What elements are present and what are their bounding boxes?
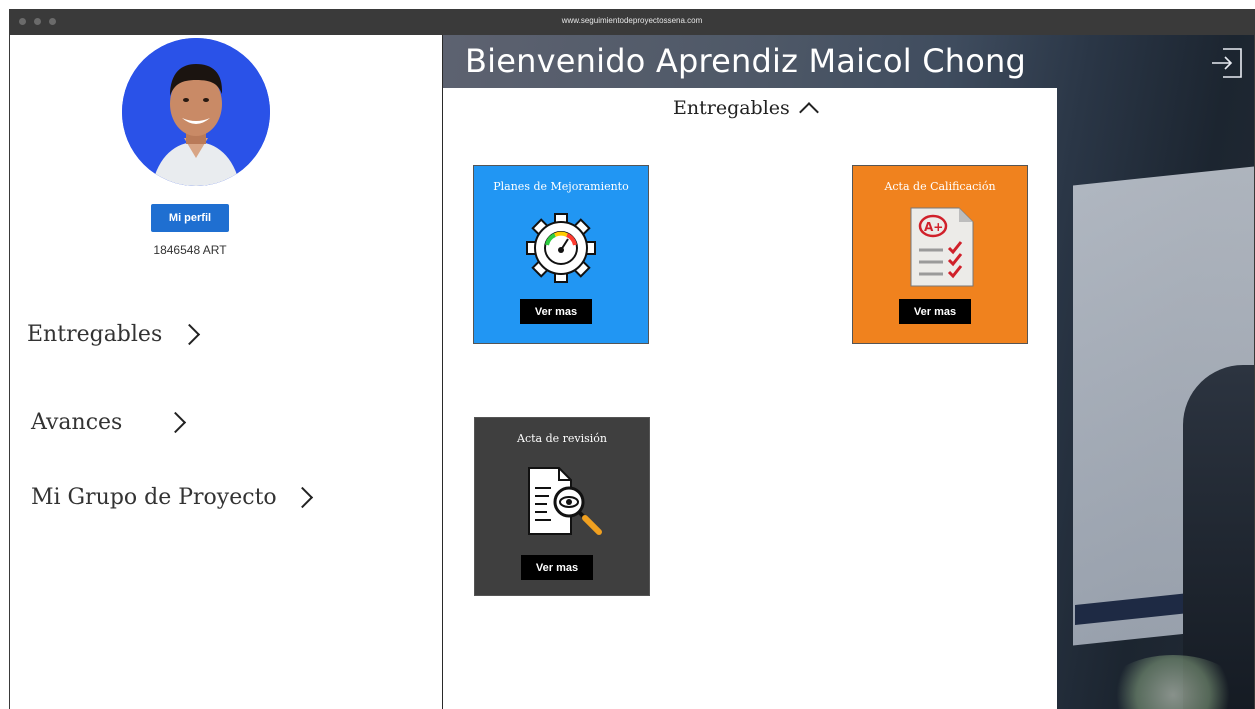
section-title: Entregables: [673, 97, 790, 119]
ver-mas-button[interactable]: Ver mas: [521, 555, 593, 580]
svg-text:A+: A+: [924, 220, 943, 234]
sidebar-item-entregables[interactable]: Entregables: [27, 322, 201, 347]
avatar[interactable]: [122, 38, 270, 186]
sidebar-item-label: Mi Grupo de Proyecto: [31, 485, 277, 510]
chevron-up-icon: [798, 101, 819, 122]
user-code: 1846548 ART: [153, 243, 227, 257]
gear-gauge-icon: [516, 208, 606, 293]
chevron-right-icon: [165, 411, 187, 434]
card-title: Planes de Mejoramiento: [493, 180, 629, 193]
sidebar-item-avances[interactable]: Avances: [31, 410, 187, 435]
card-title: Acta de Calificación: [884, 180, 996, 193]
card-acta-revision[interactable]: Acta de revisión Ver mas: [474, 417, 650, 596]
card-acta-calificacion[interactable]: Acta de Calificación A+ Ver mas: [852, 165, 1028, 344]
chevron-right-icon: [291, 486, 313, 509]
chevron-right-icon: [179, 323, 201, 346]
sidebar-item-label: Avances: [31, 410, 123, 435]
card-title: Acta de revisión: [517, 432, 607, 445]
section-header-entregables[interactable]: Entregables: [673, 97, 819, 122]
logout-icon[interactable]: [1209, 45, 1245, 81]
ver-mas-button[interactable]: Ver mas: [899, 299, 971, 324]
ver-mas-button[interactable]: Ver mas: [520, 299, 592, 324]
sidebar-item-label: Entregables: [27, 322, 163, 347]
card-planes-mejoramiento[interactable]: Planes de Mejoramiento Ver mas: [473, 165, 649, 344]
browser-titlebar: www.seguimientodeproyectossena.com: [9, 9, 1255, 35]
my-profile-button[interactable]: Mi perfil: [151, 204, 229, 232]
sidebar-item-grupo-proyecto[interactable]: Mi Grupo de Proyecto: [31, 485, 313, 510]
graded-document-icon: A+: [905, 204, 981, 295]
address-bar[interactable]: www.seguimientodeproyectossena.com: [9, 16, 1255, 25]
document-review-icon: [525, 464, 615, 545]
welcome-heading: Bienvenido Aprendiz Maicol Chong: [465, 42, 1027, 80]
